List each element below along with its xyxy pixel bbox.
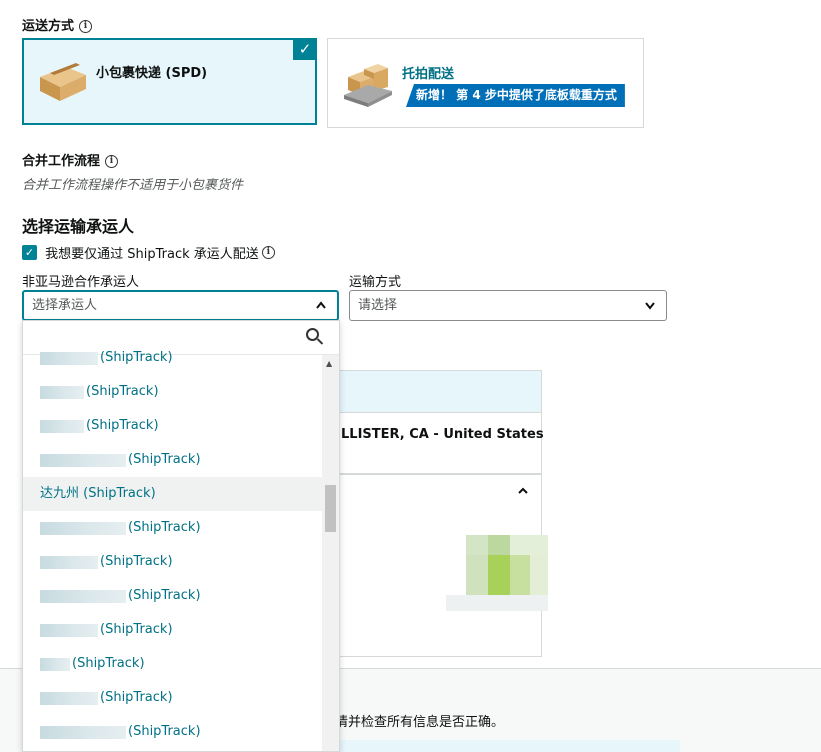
non-partner-carrier-label: 非亚马逊合作承运人 (22, 275, 140, 290)
address-line: LLISTER, CA - United States (341, 427, 544, 442)
check-icon: ✓ (293, 38, 317, 60)
redacted-name (40, 657, 70, 671)
carrier-option-label: (ShipTrack) (128, 588, 201, 603)
carrier-option[interactable]: (ShipTrack) (23, 443, 323, 477)
carrier-option-label: (ShipTrack) (128, 452, 201, 467)
carrier-option[interactable]: (ShipTrack) (23, 681, 323, 715)
redacted-name (40, 453, 126, 467)
redacted-name (40, 385, 84, 399)
merge-workflow-note: 合并工作流程操作不适用于小包裹货件 (22, 178, 244, 193)
carrier-option-label: (ShipTrack) (100, 690, 173, 705)
redacted-name (40, 725, 126, 739)
carrier-option[interactable]: (ShipTrack) (23, 579, 323, 613)
pallet-boxes-icon (344, 64, 392, 107)
redacted-name (40, 419, 84, 433)
chevron-up-icon (316, 301, 326, 309)
shipping-mode-label: 运输方式 (349, 275, 402, 290)
redacted-name (40, 555, 98, 569)
non-partner-carrier-select[interactable]: 选择承运人 (22, 290, 339, 321)
chevron-up-icon (518, 487, 528, 494)
redacted-name (40, 589, 126, 603)
carrier-dropdown[interactable]: (ShipTrack) (ShipTrack) (ShipTrack) (ShipTr… (22, 320, 340, 752)
pallet-title: 托拍配送 (402, 67, 455, 82)
shipping-mode-select[interactable]: 请选择 (349, 290, 667, 321)
spd-title: 小包裹快递 (SPD) (96, 66, 208, 81)
carrier-select-placeholder: 选择承运人 (32, 298, 98, 313)
shiptrack-only-checkbox[interactable]: ✓ (22, 245, 37, 260)
carrier-option-label: (ShipTrack) (86, 418, 159, 433)
carrier-option[interactable]: (ShipTrack) (23, 715, 323, 749)
info-icon[interactable]: i (261, 246, 275, 259)
carrier-option-label: (ShipTrack) (100, 622, 173, 637)
scrollbar-thumb[interactable] (325, 485, 336, 532)
carrier-option-label: (ShipTrack) (128, 724, 201, 739)
carrier-option-label: (ShipTrack) (100, 350, 173, 365)
review-note: 详情并检查所有信息是否正确。 (322, 715, 505, 730)
redacted-name (40, 623, 98, 637)
redacted-name (40, 691, 98, 705)
carrier-option-label: (ShipTrack) (86, 384, 159, 399)
carrier-list: (ShipTrack) (ShipTrack) (ShipTrack) (ShipTr… (23, 350, 323, 751)
carrier-option[interactable]: (ShipTrack) (23, 647, 323, 681)
chevron-down-icon (645, 302, 655, 310)
carrier-option[interactable]: (ShipTrack) (23, 511, 323, 545)
redacted-name (40, 351, 98, 365)
box-icon (40, 62, 86, 101)
search-icon[interactable] (306, 328, 319, 341)
carrier-option[interactable]: (ShipTrack) (23, 409, 323, 443)
merge-workflow-label: 合并工作流程 i (22, 150, 119, 169)
blurred-image (446, 535, 548, 611)
review-banner (320, 740, 680, 752)
info-icon[interactable]: i (105, 155, 119, 168)
scroll-up-icon[interactable]: ▲ (326, 359, 332, 368)
carrier-option-label: (ShipTrack) (100, 554, 173, 569)
carrier-option-label: (ShipTrack) (72, 656, 145, 671)
dropdown-scrollbar[interactable]: ▲ (322, 355, 339, 751)
carrier-section-title: 选择运输承运人 (22, 217, 135, 236)
carrier-option[interactable]: (ShipTrack) (23, 545, 323, 579)
shipping-option-spd[interactable]: 小包裹快递 (SPD) ✓ (22, 38, 317, 125)
shipping-option-pallet[interactable]: 托拍配送 新增！ 第 4 步中提供了底板载重方式 (327, 38, 644, 128)
new-feature-badge: 新增！ 第 4 步中提供了底板载重方式 (406, 84, 625, 107)
carrier-option[interactable]: (ShipTrack) (23, 341, 323, 375)
redacted-name (40, 521, 126, 535)
mode-select-placeholder: 请选择 (358, 298, 398, 313)
shiptrack-only-row: ✓ 我想要仅通过 ShipTrack 承运人配送 i (22, 243, 275, 262)
carrier-option[interactable]: (ShipTrack) (23, 375, 323, 409)
carrier-option-label: 达九州 (ShipTrack) (40, 486, 156, 501)
shipping-method-label: 运送方式 i (22, 15, 93, 34)
shiptrack-only-label: 我想要仅通过 ShipTrack 承运人配送 (45, 247, 259, 262)
carrier-option-label: (ShipTrack) (128, 520, 201, 535)
info-icon[interactable]: i (79, 20, 93, 33)
carrier-option[interactable]: (ShipTrack) (23, 613, 323, 647)
carrier-option[interactable]: 达九州 (ShipTrack) (23, 477, 323, 511)
